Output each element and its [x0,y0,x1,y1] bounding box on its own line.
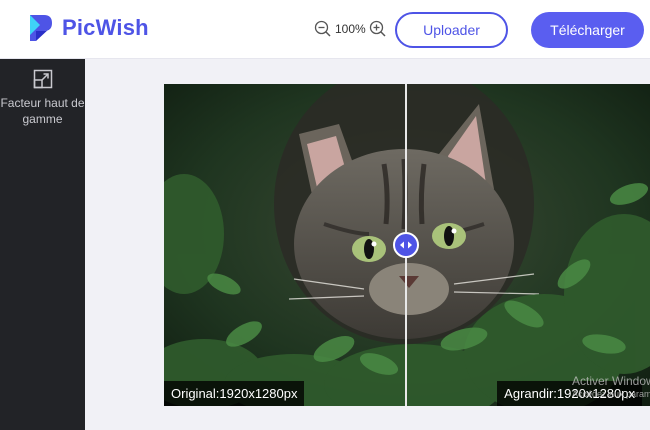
resize-icon [33,69,52,89]
upload-button[interactable]: Uploader [395,12,508,48]
watermark-line2: Accédez aux paramètres [572,389,650,399]
sidebar: Facteur haut de gamme [0,59,85,430]
zoom-in-icon[interactable] [369,20,387,38]
image-compare-view[interactable]: Original:1920x1280px Agrandir:1920x1280p… [164,84,650,406]
top-bar: PicWish 100% Uploader Télécharger [0,0,650,59]
windows-activation-watermark: Activer Windows Accédez aux paramètres [572,375,650,401]
watermark-line1: Activer Windows [572,374,650,388]
zoom-control: 100% [314,20,387,38]
sidebar-item-upscale[interactable]: Facteur haut de gamme [0,67,85,127]
picwish-logo-icon [30,15,52,41]
arrows-left-right-icon [400,241,412,249]
compare-slider-handle[interactable] [393,232,419,258]
download-button[interactable]: Télécharger [531,12,644,48]
sidebar-item-label: Facteur haut de gamme [0,96,85,126]
zoom-out-icon[interactable] [314,20,332,38]
picwish-logo[interactable]: PicWish [26,11,149,45]
original-size-label: Original:1920x1280px [164,381,305,406]
app-name: PicWish [62,15,149,40]
zoom-level: 100% [335,22,366,36]
